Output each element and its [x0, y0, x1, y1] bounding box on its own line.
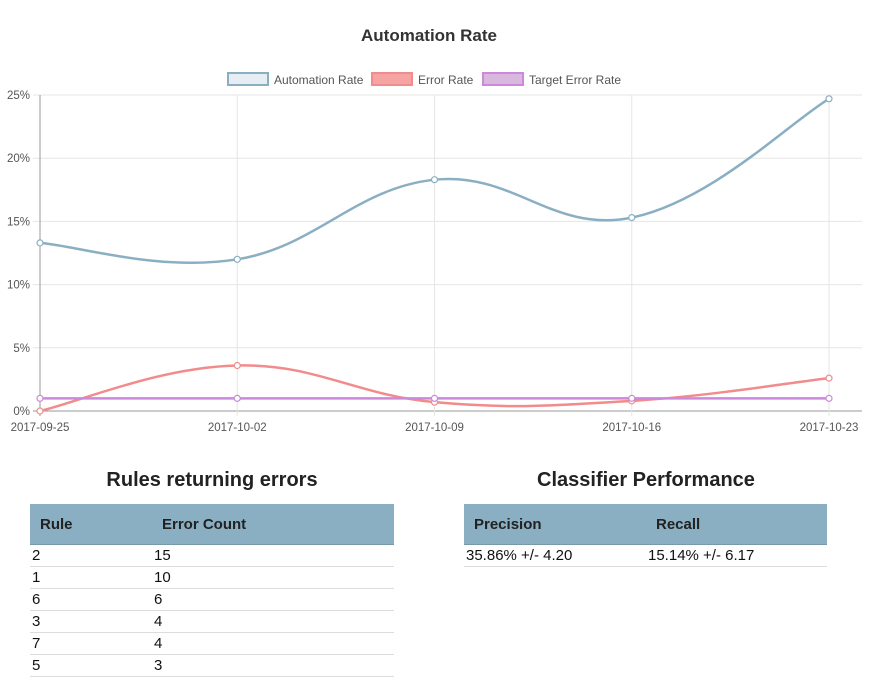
- data-point[interactable]: [430, 176, 439, 184]
- legend-swatch: [371, 72, 413, 86]
- rules-cell: 6: [152, 588, 394, 611]
- data-point[interactable]: [825, 394, 833, 402]
- data-point[interactable]: [233, 255, 241, 263]
- rules-table: Rule Error Count 2 15 1 10 6 6 3 4 7 4 5 3: [30, 504, 394, 677]
- chart-title: Automation Rate: [361, 26, 497, 45]
- precision-column-header[interactable]: Precision: [464, 504, 646, 545]
- rules-cell: 15: [152, 544, 394, 567]
- classifier-header-row: Precision Recall: [464, 504, 827, 545]
- legend[interactable]: Automation Rate Error Rate Target Error Ra…: [227, 72, 621, 87]
- grid: [33, 94, 862, 416]
- table-row: 53: [30, 654, 394, 677]
- classifier-table: Precision Recall 35.86% +/- 4.20 15.14% +…: [464, 504, 827, 567]
- classifier-cell: 15.14% +/- 6.17: [646, 544, 827, 567]
- legend-label: Automation Rate: [274, 73, 364, 87]
- legend-item[interactable]: Target Error Rate: [482, 72, 621, 87]
- rules-cell: 3: [152, 654, 394, 677]
- series-target-error-rate: [36, 394, 833, 402]
- legend-item[interactable]: Automation Rate: [227, 72, 364, 87]
- chart-svg: Automation Rate Automation Rate Error Rat…: [7, 26, 862, 434]
- rules-cell: 1: [30, 566, 152, 589]
- classifier-title: Classifier Performance: [537, 469, 755, 491]
- table-row: 34: [30, 610, 394, 633]
- data-point[interactable]: [36, 407, 44, 415]
- y-tick-label: 0%: [13, 406, 30, 418]
- x-tick-label: 2017-09-25: [11, 422, 70, 434]
- y-tick-label: 5%: [13, 343, 30, 355]
- rules-cell: 6: [30, 588, 152, 611]
- rules-title: Rules returning errors: [106, 469, 318, 491]
- table-row: 66: [30, 588, 394, 611]
- table-row: 35.86% +/- 4.20 15.14% +/- 6.17: [464, 544, 827, 567]
- y-tick-label: 15%: [7, 216, 30, 228]
- y-tick-label: 25%: [7, 90, 30, 102]
- legend-item[interactable]: Error Rate: [371, 72, 474, 87]
- rules-cell: 4: [152, 610, 394, 633]
- classifier-cell: 35.86% +/- 4.20: [464, 544, 646, 567]
- data-point[interactable]: [628, 394, 636, 402]
- rules-cell: 4: [152, 632, 394, 655]
- rules-cell: 10: [152, 566, 394, 589]
- y-tick-label: 20%: [7, 153, 30, 165]
- rule-column-header[interactable]: Rule: [30, 504, 152, 545]
- data-point[interactable]: [825, 374, 833, 382]
- x-tick-label: 2017-10-16: [602, 422, 661, 434]
- legend-swatch: [227, 72, 269, 86]
- legend-label: Target Error Rate: [529, 73, 621, 87]
- rules-cell: 7: [30, 632, 152, 655]
- data-point[interactable]: [825, 95, 833, 103]
- data-point[interactable]: [430, 394, 439, 402]
- table-row: 2 15: [30, 544, 394, 567]
- data-point[interactable]: [233, 361, 241, 370]
- data-point[interactable]: [628, 214, 636, 222]
- x-tick-label: 2017-10-02: [208, 422, 267, 434]
- y-tick-label: 10%: [7, 280, 30, 292]
- table-row: 74: [30, 632, 394, 655]
- rules-cell: 3: [30, 610, 152, 633]
- x-tick-label: 2017-10-23: [800, 422, 859, 434]
- table-row: 1 10: [30, 566, 394, 589]
- data-point[interactable]: [36, 394, 44, 402]
- recall-column-header[interactable]: Recall: [646, 504, 827, 545]
- x-tick-label: 2017-10-09: [405, 422, 464, 434]
- rules-cell: 2: [30, 544, 152, 567]
- data-point[interactable]: [36, 239, 44, 247]
- rules-header-row: Rule Error Count: [30, 504, 394, 545]
- rules-cell: 5: [30, 654, 152, 677]
- error-count-column-header[interactable]: Error Count: [152, 504, 394, 545]
- automation-rate-chart: Automation Rate Automation Rate Error Rat…: [0, 0, 886, 440]
- legend-swatch: [482, 72, 524, 86]
- legend-label: Error Rate: [418, 73, 474, 87]
- data-point[interactable]: [233, 394, 241, 402]
